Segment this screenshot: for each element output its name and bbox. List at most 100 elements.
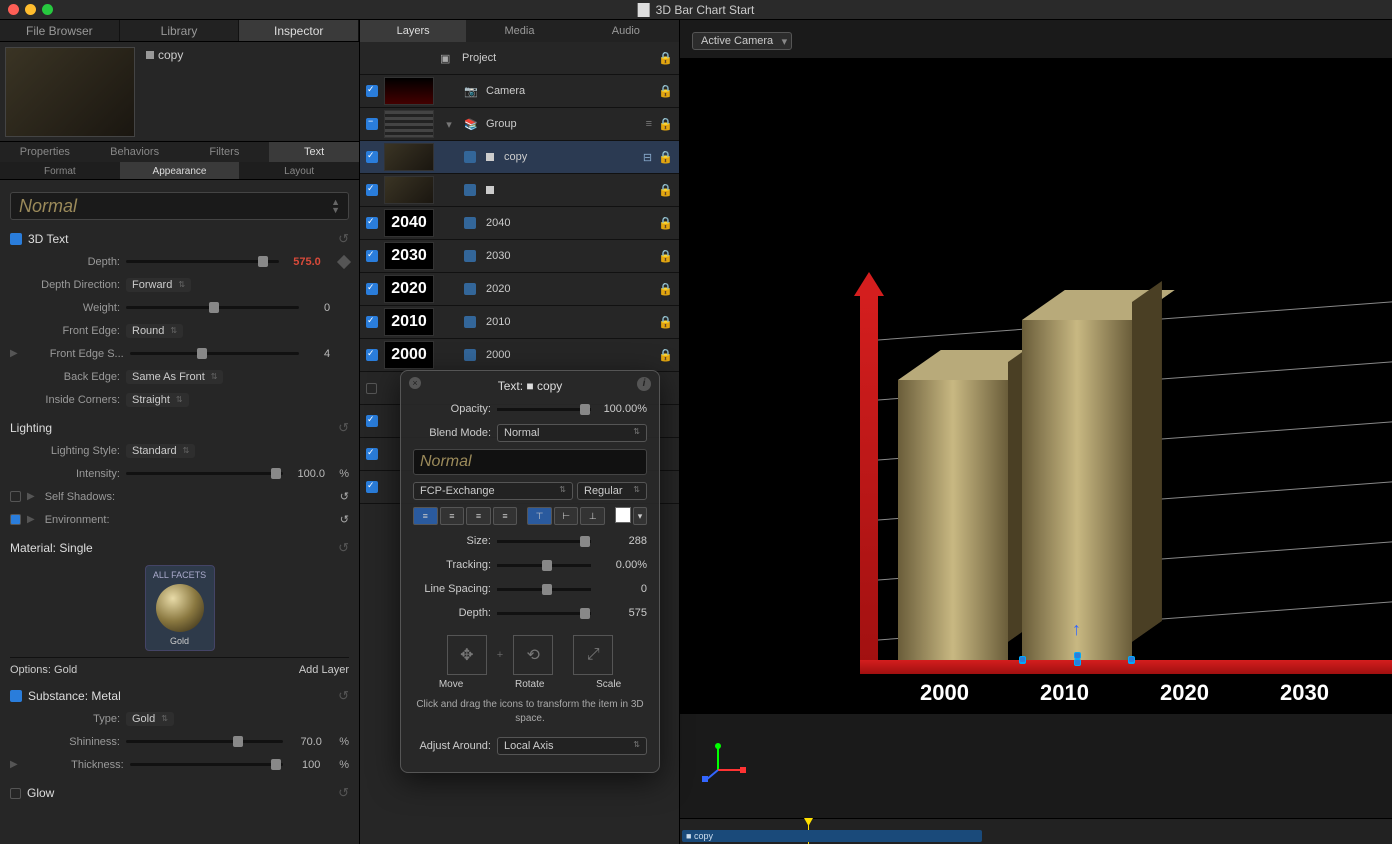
section-glow[interactable]: Glow↺	[10, 782, 349, 804]
layer-row-2000[interactable]: 20002000🔒	[360, 339, 679, 372]
lock-icon[interactable]: 🔒	[658, 249, 673, 263]
depth-slider[interactable]	[126, 260, 279, 263]
subtab2-format[interactable]: Format	[0, 162, 120, 179]
subtab2-appearance[interactable]: Appearance	[120, 162, 240, 179]
disclosure-icon[interactable]: ▶	[27, 514, 35, 525]
lock-icon[interactable]: 🔒	[658, 282, 673, 296]
subtab2-layout[interactable]: Layout	[239, 162, 359, 179]
disclosure-icon[interactable]: ▶	[10, 348, 18, 359]
material-type-dropdown[interactable]: Gold	[126, 712, 174, 726]
blend-mode-dropdown[interactable]: Normal	[497, 424, 647, 442]
font-weight-dropdown[interactable]: Regular	[577, 482, 647, 500]
layer-visible-checkbox[interactable]	[366, 349, 378, 361]
reset-icon[interactable]: ↺	[338, 785, 349, 801]
front-edge-size-value[interactable]: 4	[305, 348, 349, 360]
layer-visible-checkbox[interactable]	[366, 217, 378, 229]
subtab-behaviors[interactable]: Behaviors	[90, 142, 180, 162]
shininess-slider[interactable]	[126, 740, 283, 743]
layer-visible-checkbox[interactable]	[366, 448, 378, 460]
tab-layers[interactable]: Layers	[360, 20, 466, 42]
layer-row-group[interactable]: ▾📚Group≡ 🔒	[360, 108, 679, 141]
substance-dropdown[interactable]: Metal	[91, 689, 120, 703]
lock-icon[interactable]: 🔒	[658, 183, 673, 197]
color-swatch[interactable]	[615, 507, 631, 523]
zoom-window-icon[interactable]	[42, 4, 53, 15]
layer-row-2040[interactable]: 20402040🔒	[360, 207, 679, 240]
depth-value[interactable]: 575.0	[285, 256, 329, 268]
align-center-button[interactable]: ≡	[440, 507, 465, 525]
intensity-slider[interactable]	[126, 472, 283, 475]
thickness-value[interactable]: 100	[289, 759, 333, 771]
hud-opacity-value[interactable]: 100.00%	[597, 403, 647, 415]
section-substance[interactable]: Substance: Metal↺	[10, 685, 349, 707]
selection-handle[interactable]	[1074, 659, 1081, 666]
weight-value[interactable]: 0	[305, 302, 349, 314]
layer-visible-checkbox[interactable]	[366, 118, 378, 130]
align-right-button[interactable]: ≡	[466, 507, 491, 525]
adjust-around-dropdown[interactable]: Local Axis	[497, 737, 647, 755]
enable-3d-text-checkbox[interactable]	[10, 233, 22, 245]
hud-depth-slider[interactable]	[497, 612, 591, 615]
subtab-text[interactable]: Text	[269, 142, 359, 162]
depth-direction-dropdown[interactable]: Forward	[126, 278, 191, 292]
hud-size-slider[interactable]	[497, 540, 591, 543]
layer-row-blank[interactable]: 🔒	[360, 174, 679, 207]
shininess-value[interactable]: 70.0	[289, 736, 333, 748]
hud-size-value[interactable]: 288	[597, 535, 647, 547]
lock-icon[interactable]: 🔒	[658, 51, 673, 65]
layer-visible-checkbox[interactable]	[366, 250, 378, 262]
tab-library[interactable]: Library	[120, 20, 240, 41]
timeline-clip[interactable]: ■ copy	[682, 830, 982, 842]
inside-corners-dropdown[interactable]: Straight	[126, 393, 189, 407]
viewport[interactable]: ↑ 2000 2010 2020 2030	[680, 58, 1392, 714]
section-lighting[interactable]: Lighting↺	[10, 417, 349, 439]
move-tool-button[interactable]: ✥	[447, 635, 487, 675]
hud-line-spacing-value[interactable]: 0	[597, 583, 647, 595]
reset-icon[interactable]: ↺	[340, 490, 349, 503]
material-swatch[interactable]: ALL FACETS Gold	[145, 565, 215, 651]
valign-top-button[interactable]: ⊤	[527, 507, 552, 525]
glow-checkbox[interactable]	[10, 788, 21, 799]
close-window-icon[interactable]	[8, 4, 19, 15]
subtab-properties[interactable]: Properties	[0, 142, 90, 162]
weight-slider[interactable]	[126, 306, 299, 309]
selection-handle[interactable]	[1019, 656, 1026, 663]
timeline[interactable]: ■ copy	[680, 818, 1392, 844]
layer-row-project[interactable]: ▣Project🔒	[360, 42, 679, 75]
font-preview[interactable]: Normal ▲▼	[10, 192, 349, 220]
hud-tracking-slider[interactable]	[497, 564, 591, 567]
lighting-style-dropdown[interactable]: Standard	[126, 444, 195, 458]
hud-depth-value[interactable]: 575	[597, 607, 647, 619]
selection-handle[interactable]	[1074, 652, 1081, 659]
keyframe-icon[interactable]	[337, 254, 351, 268]
environment-checkbox[interactable]	[10, 514, 21, 525]
subtab-filters[interactable]: Filters	[180, 142, 270, 162]
section-material[interactable]: Material: Single↺	[10, 537, 349, 559]
layer-visible-checkbox[interactable]	[366, 415, 378, 427]
scale-tool-button[interactable]: ⤢	[573, 635, 613, 675]
back-edge-dropdown[interactable]: Same As Front	[126, 370, 223, 384]
valign-middle-button[interactable]: ⊢	[554, 507, 579, 525]
selection-handle[interactable]	[1128, 656, 1135, 663]
substance-checkbox[interactable]	[10, 690, 22, 702]
hud-line-spacing-slider[interactable]	[497, 588, 591, 591]
front-edge-dropdown[interactable]: Round	[126, 324, 183, 338]
material-mode-dropdown[interactable]: Single	[59, 541, 92, 555]
layer-row-2030[interactable]: 20302030🔒	[360, 240, 679, 273]
tab-media[interactable]: Media	[466, 20, 572, 42]
lock-icon[interactable]: 🔒	[658, 216, 673, 230]
self-shadows-checkbox[interactable]	[10, 491, 21, 502]
disclosure-icon[interactable]: ▶	[10, 759, 18, 770]
layer-visible-checkbox[interactable]	[366, 316, 378, 328]
layer-visible-checkbox[interactable]	[366, 184, 378, 196]
layer-row-2010[interactable]: 20102010🔒	[360, 306, 679, 339]
disclosure-icon[interactable]: ▶	[27, 491, 35, 502]
layer-row-copy[interactable]: copy⊟🔒	[360, 141, 679, 174]
section-3d-text[interactable]: 3D Text ↺	[10, 228, 349, 250]
font-family-dropdown[interactable]: FCP-Exchange	[413, 482, 573, 500]
lock-icon[interactable]: 🔒	[658, 117, 673, 131]
lock-icon[interactable]: 🔒	[658, 84, 673, 98]
align-left-button[interactable]: ≡	[413, 507, 438, 525]
align-justify-button[interactable]: ≡	[493, 507, 518, 525]
layer-visible-checkbox[interactable]	[366, 383, 377, 394]
